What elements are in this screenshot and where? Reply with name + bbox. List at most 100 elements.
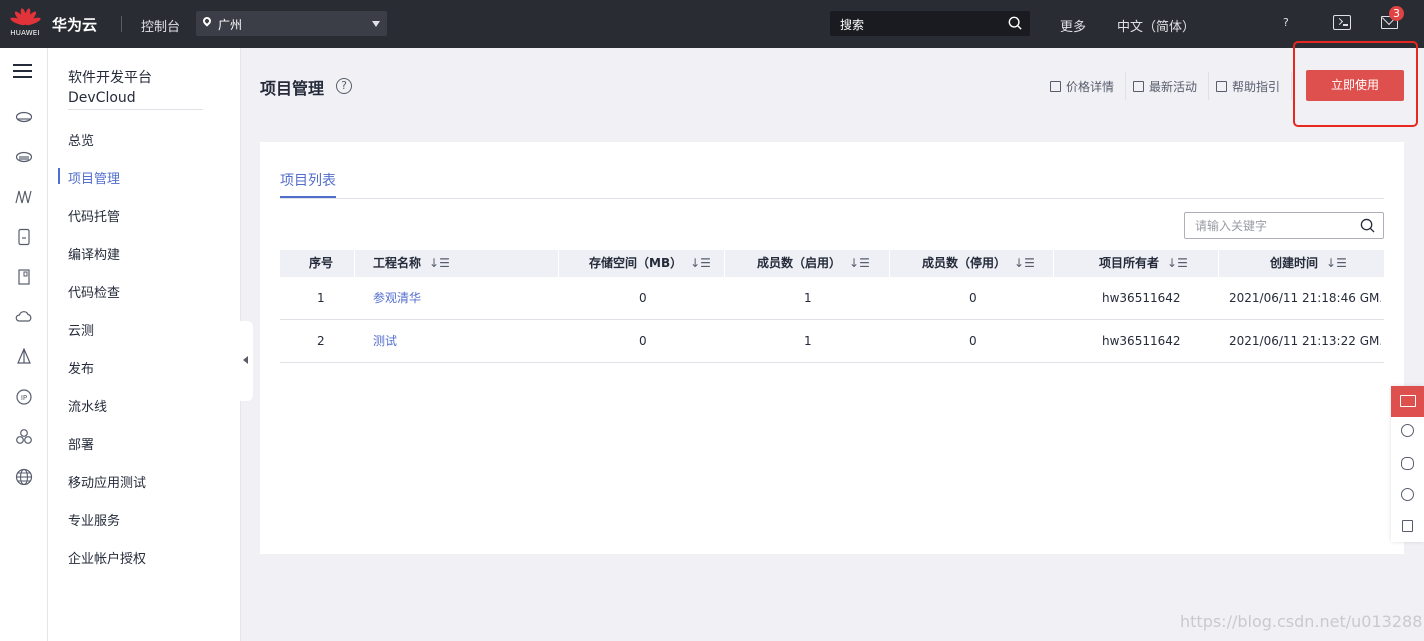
console-link[interactable]: 控制台 [141,16,180,35]
top-navbar: HUAWEI 华为云 控制台 广州 搜索 更多 中文（简体） ? 3 [0,0,1424,48]
col-active-members-label: 成员数（启用） [757,256,842,270]
cell-owner: hw36511642 [1102,334,1181,348]
service-title: 软件开发平台 DevCloud [68,68,203,110]
latest-activity-link[interactable]: 最新活动 [1133,78,1197,95]
notification-badge: 3 [1389,6,1404,21]
col-name-label: 工程名称 [373,256,422,270]
ip-icon[interactable]: IP [15,388,33,405]
cell-index: 2 [317,334,325,348]
help-circle-icon[interactable]: ? [336,78,352,94]
watermark: https://blog.csdn.net/u013288190 [1180,612,1424,631]
brand-name[interactable]: 华为云 [52,14,97,35]
global-search[interactable]: 搜索 [830,11,1030,36]
more-menu[interactable]: 更多 [1060,16,1086,35]
price-details-label: 价格详情 [1066,80,1115,94]
active-marker [58,168,60,184]
search-icon[interactable] [1360,218,1375,233]
col-owner[interactable]: 项目所有者 ↓☰ [1099,250,1188,277]
collapse-sidenav-button[interactable] [240,321,253,401]
feedback-icon[interactable] [1391,386,1424,417]
divider [1125,72,1126,100]
cell-index: 1 [317,291,325,305]
smile-icon[interactable] [1401,424,1414,437]
sidenav-item-mobile-test[interactable]: 移动应用测试 [68,472,146,491]
sidenav-item-cloud-test[interactable]: 云测 [68,320,94,339]
checklist-icon[interactable] [1402,520,1413,532]
sidenav-item-code-check[interactable]: 代码检查 [68,282,120,301]
sort-icon[interactable]: ↓☰ [1014,250,1035,277]
network-icon[interactable] [15,188,33,204]
sidenav-item-build[interactable]: 编译构建 [68,244,120,263]
col-owner-label: 项目所有者 [1099,256,1160,270]
question-icon[interactable] [1401,488,1414,501]
globe-icon[interactable] [15,468,33,486]
huawei-logo[interactable]: HUAWEI [8,6,42,42]
language-selector[interactable]: 中文（简体） [1117,16,1195,35]
page-title: 项目管理 [260,79,325,98]
cloud-icon[interactable] [15,308,33,324]
sidenav-item-pipeline[interactable]: 流水线 [68,396,107,415]
help-button[interactable]: ? [1283,16,1289,29]
col-divider [558,250,559,277]
keyword-search[interactable] [1184,212,1384,239]
help-guide-link[interactable]: 帮助指引 [1216,78,1280,95]
cell-storage: 0 [639,291,647,305]
col-divider [889,250,890,277]
col-storage-label: 存储空间（MB） [589,256,683,270]
cell-created: 2021/06/11 21:13:22 GM... [1229,334,1381,348]
divider [121,16,122,32]
sidenav-item-pro-service[interactable]: 专业服务 [68,510,120,529]
highlight-annotation-box [1293,41,1418,127]
col-index-label: 序号 [309,256,334,270]
col-name[interactable]: 工程名称 ↓☰ [373,250,450,277]
col-inactive-members[interactable]: 成员数（停用） ↓☰ [922,250,1035,277]
divider [1208,72,1209,100]
sort-icon[interactable]: ↓☰ [429,250,450,277]
price-details-link[interactable]: 价格详情 [1050,78,1114,95]
keyword-search-input[interactable] [1185,213,1355,238]
tab-divider [280,198,1384,199]
sidenav-item-code-hosting[interactable]: 代码托管 [68,206,120,225]
cluster-icon[interactable] [15,428,33,444]
region-selector[interactable]: 广州 [196,11,387,36]
table-row[interactable]: 2 测试 0 1 0 hw36511642 2021/06/11 21:13:2… [280,320,1384,363]
project-name-link[interactable]: 参观清华 [373,277,421,320]
sidenav-item-project-management[interactable]: 项目管理 [68,168,120,187]
menu-icon[interactable] [13,64,32,79]
floating-toolbar [1391,386,1424,542]
sidenav-item-overview[interactable]: 总览 [68,130,94,149]
col-created[interactable]: 创建时间 ↓☰ [1270,250,1347,277]
tab-project-list[interactable]: 项目列表 [280,170,336,190]
sort-icon[interactable]: ↓☰ [1326,250,1347,277]
sidenav-item-enterprise-auth[interactable]: 企业帐户授权 [68,548,146,567]
divider [1291,72,1292,100]
service-sidenav: 软件开发平台 DevCloud 总览 项目管理 代码托管 编译构建 代码检查 云… [48,48,241,641]
col-active-members[interactable]: 成员数（启用） ↓☰ [757,250,870,277]
document-icon[interactable] [15,268,33,285]
terminal-icon[interactable] [1333,15,1351,30]
sidenav-item-deploy[interactable]: 部署 [68,434,94,453]
region-label: 广州 [218,18,243,32]
table-row[interactable]: 1 参观清华 0 1 0 hw36511642 2021/06/11 21:18… [280,277,1384,320]
database-icon[interactable] [15,228,33,246]
support-icon[interactable] [1401,457,1414,470]
col-divider [724,250,725,277]
cloud-storage-icon[interactable] [15,148,33,164]
sidenav-item-release[interactable]: 发布 [68,358,94,377]
cell-active-members: 1 [804,291,812,305]
service-title-cn: 软件开发平台 [68,70,152,86]
sort-icon[interactable]: ↓☰ [690,250,711,277]
logo-text: HUAWEI [10,29,40,37]
cloud-server-icon[interactable] [15,108,33,124]
project-name-link[interactable]: 测试 [373,320,397,363]
huawei-logo-icon [9,6,42,28]
project-list-card: 项目列表 序号 工程名称 ↓☰ 存储空间（MB） ↓☰ 成员数（启用） ↓☰ 成员数（… [260,142,1404,554]
sort-icon[interactable]: ↓☰ [1167,250,1188,277]
edit-icon [1216,81,1227,92]
cell-inactive-members: 0 [969,291,977,305]
col-storage[interactable]: 存储空间（MB） ↓☰ [589,250,711,277]
help-guide-label: 帮助指引 [1232,80,1281,94]
deploy-icon[interactable] [15,347,33,364]
sort-icon[interactable]: ↓☰ [849,250,870,277]
svg-text:IP: IP [21,394,27,402]
